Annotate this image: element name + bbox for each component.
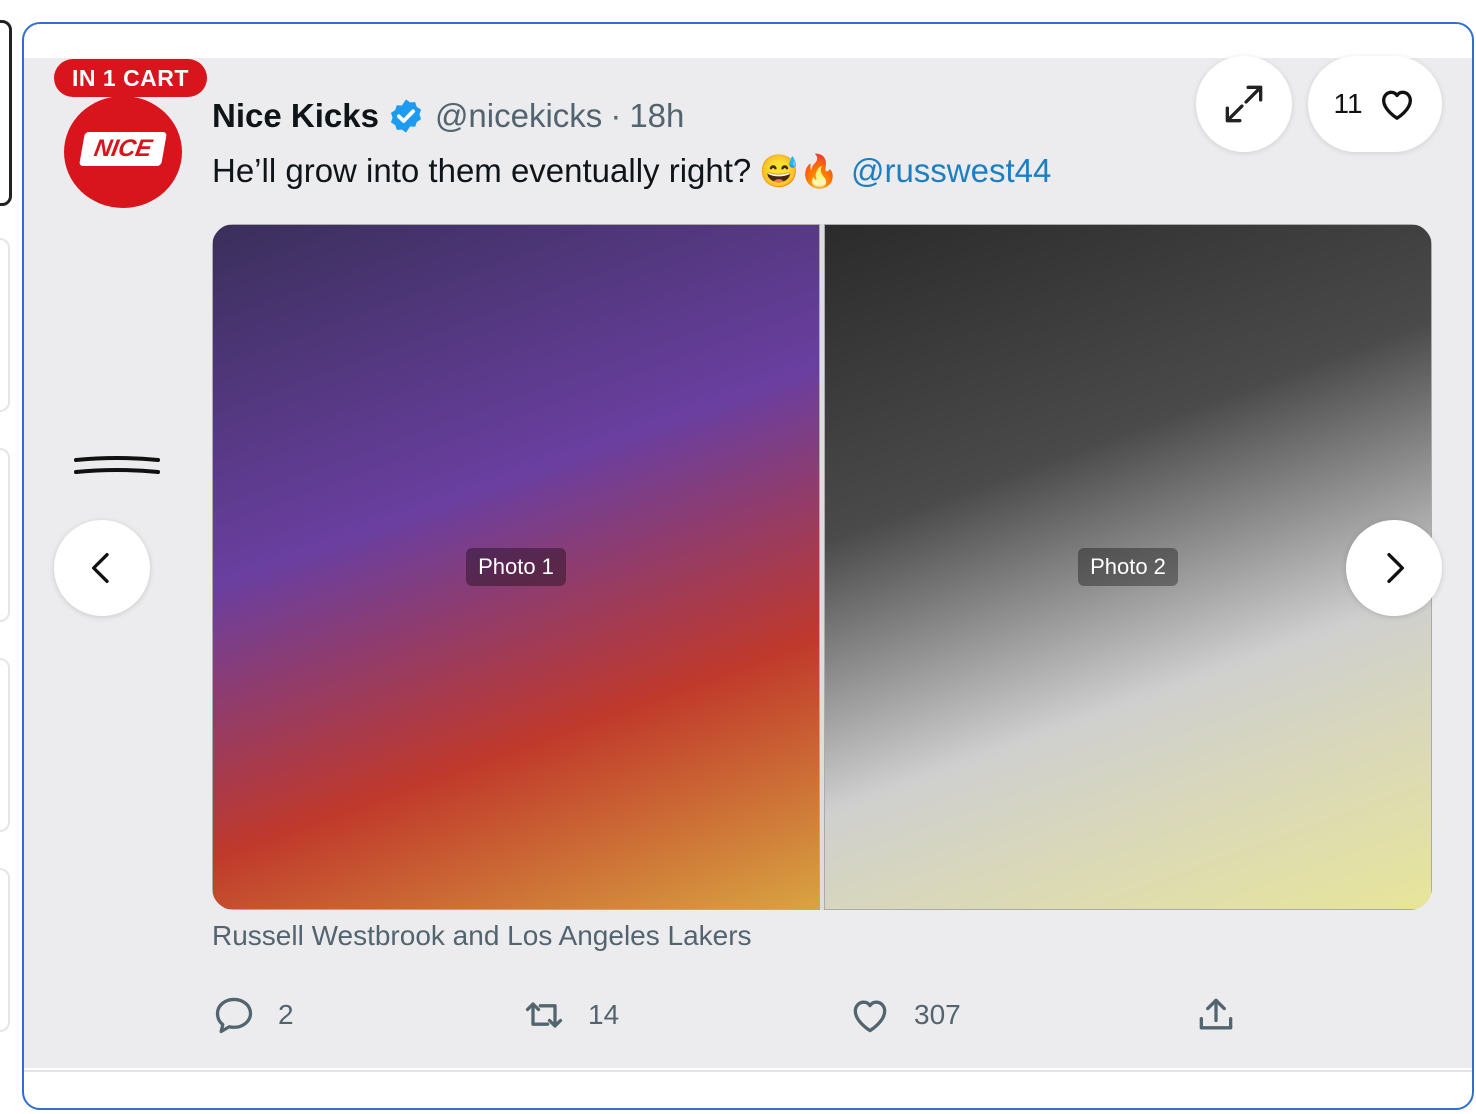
heart-icon <box>853 1000 887 1033</box>
tweet-card-frame: IN 1 CART NICE Nice Kicks @nicekicks · 1… <box>22 22 1474 1110</box>
left-card[interactable] <box>0 658 10 832</box>
tweet-media: Photo 1 Photo 2 <box>212 224 1432 910</box>
reply-count: 2 <box>278 999 294 1030</box>
retweet-icon <box>525 1002 563 1028</box>
mention-link[interactable]: @russwest44 <box>851 152 1051 190</box>
separator: · <box>610 97 622 134</box>
in-cart-badge: IN 1 CART <box>54 59 207 97</box>
media-caption: Russell Westbrook and Los Angeles Lakers <box>212 920 752 951</box>
expand-icon <box>1225 85 1263 123</box>
tweet-header: Nice Kicks @nicekicks · 18h <box>212 94 684 138</box>
handle[interactable]: @nicekicks <box>435 97 602 135</box>
like-count: 11 <box>1333 88 1363 119</box>
like-action-count: 307 <box>914 999 961 1030</box>
heart-icon <box>1381 90 1412 120</box>
left-card[interactable] <box>0 238 10 412</box>
verified-badge-icon <box>390 99 421 133</box>
drag-handle-icon[interactable] <box>72 452 162 482</box>
left-card[interactable] <box>0 448 10 622</box>
chevron-right-icon <box>1387 553 1404 583</box>
left-edge-strip <box>0 0 22 1114</box>
emojis: 😅🔥 <box>759 153 839 189</box>
reply-icon <box>215 997 253 1034</box>
divider <box>24 1070 1472 1072</box>
like-action-button[interactable]: 307 <box>848 990 961 1040</box>
expand-button[interactable] <box>1196 56 1292 152</box>
reply-button[interactable]: 2 <box>212 990 294 1040</box>
retweet-button[interactable]: 14 <box>522 990 619 1040</box>
left-card-selected[interactable] <box>0 20 12 206</box>
photo-placeholder[interactable]: Photo 2 <box>824 224 1432 910</box>
photo-placeholder[interactable]: Photo 1 <box>212 224 820 910</box>
photo-label: Photo 1 <box>466 548 566 586</box>
avatar-logo: NICE <box>79 132 167 166</box>
photo-label: Photo 2 <box>1078 548 1178 586</box>
chevron-left-icon <box>92 553 109 583</box>
avatar[interactable]: NICE <box>64 96 182 208</box>
retweet-count: 14 <box>588 999 620 1030</box>
next-button[interactable] <box>1346 520 1442 616</box>
tweet-actions: 2 14 307 <box>212 990 1442 1040</box>
tweet-body: He’ll grow into them eventually right? <box>212 152 752 189</box>
timestamp[interactable]: 18h <box>629 97 684 135</box>
left-card[interactable] <box>0 868 10 1032</box>
like-button[interactable]: 11 <box>1308 56 1442 152</box>
share-icon <box>1199 998 1233 1030</box>
display-name[interactable]: Nice Kicks <box>212 97 379 135</box>
prev-button[interactable] <box>54 520 150 616</box>
tweet-text: He’ll grow into them eventually right? 😅… <box>212 146 1051 196</box>
share-button[interactable] <box>1194 990 1238 1040</box>
